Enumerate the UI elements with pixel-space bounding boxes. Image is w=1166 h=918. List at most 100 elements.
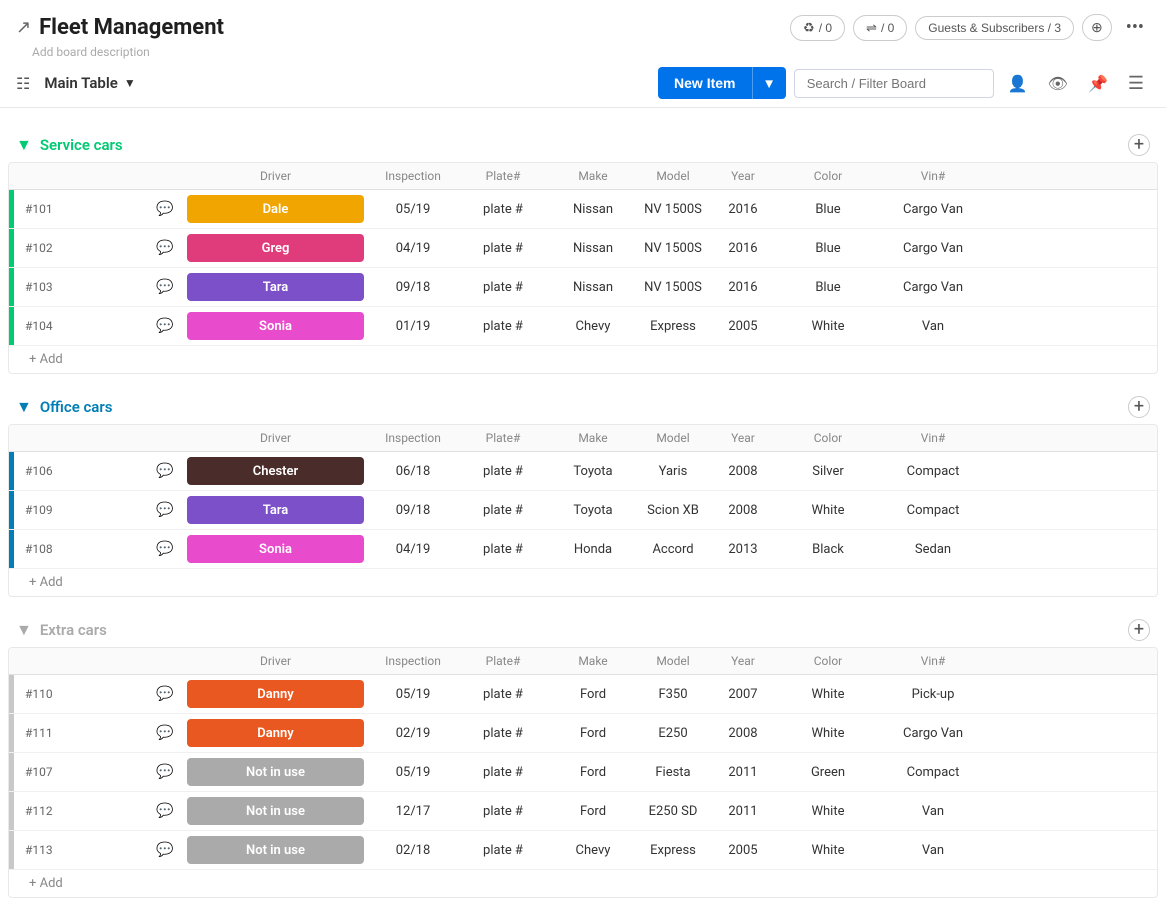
driver-cell[interactable]: Not in use xyxy=(187,836,364,864)
make-cell: Ford xyxy=(548,765,638,780)
automations-icon: ♻ xyxy=(803,20,815,36)
col-vin: Vin# xyxy=(878,425,988,451)
plate-cell: plate # xyxy=(458,464,548,479)
comment-icon[interactable]: 💬 xyxy=(147,279,183,295)
comment-icon[interactable]: 💬 xyxy=(147,463,183,479)
automations-button[interactable]: ♻ / 0 xyxy=(790,15,845,41)
service-cars-title[interactable]: Service cars xyxy=(40,136,123,154)
driver-cell[interactable]: Sonia xyxy=(187,535,364,563)
new-item-button[interactable]: New Item xyxy=(658,67,751,99)
comment-icon[interactable]: 💬 xyxy=(147,803,183,819)
extra-cars-title[interactable]: Extra cars xyxy=(40,621,107,639)
comment-icon[interactable]: 💬 xyxy=(147,842,183,858)
comment-icon[interactable]: 💬 xyxy=(147,725,183,741)
type-cell: Sedan xyxy=(878,542,988,557)
extra-cars-table: Driver Inspection Plate# Make Model Year… xyxy=(8,647,1158,898)
integrations-button[interactable]: ⇌ / 0 xyxy=(853,15,907,41)
search-input[interactable] xyxy=(794,69,994,98)
driver-cell[interactable]: Greg xyxy=(187,234,364,262)
more-button[interactable]: ••• xyxy=(1120,15,1150,40)
comment-icon[interactable]: 💬 xyxy=(147,686,183,702)
year-cell: 2008 xyxy=(708,464,778,479)
comment-icon[interactable]: 💬 xyxy=(147,502,183,518)
year-cell: 2013 xyxy=(708,542,778,557)
service-cars-toggle[interactable]: ▼ xyxy=(16,135,32,155)
type-cell: Compact xyxy=(878,503,988,518)
inspection-cell: 01/19 xyxy=(368,319,458,334)
guests-button[interactable]: Guests & Subscribers / 3 xyxy=(915,16,1074,40)
eye-icon[interactable]: 👁 xyxy=(1042,70,1074,97)
year-cell: 2016 xyxy=(708,280,778,295)
make-cell: Honda xyxy=(548,542,638,557)
col-plate: Plate# xyxy=(458,425,548,451)
comment-icon[interactable]: 💬 xyxy=(147,541,183,557)
header: ↗ Fleet Management ♻ / 0 ⇌ / 0 Guests & … xyxy=(0,0,1166,45)
filter-icon[interactable]: ☰ xyxy=(1122,69,1150,98)
col-vin: Vin# xyxy=(878,648,988,674)
app-title: Fleet Management xyxy=(39,15,224,40)
comment-icon[interactable]: 💬 xyxy=(147,201,183,217)
row-id: #104 xyxy=(17,319,147,333)
pin-icon[interactable]: 📌 xyxy=(1082,70,1114,97)
driver-cell[interactable]: Dale xyxy=(187,195,364,223)
make-cell: Nissan xyxy=(548,280,638,295)
main-table-button[interactable]: Main Table ▼ xyxy=(36,70,143,96)
extra-cars-toggle[interactable]: ▼ xyxy=(16,620,32,640)
service-cars-section: ▼ Service cars + Driver Inspection Plate… xyxy=(0,128,1166,374)
color-cell: White xyxy=(778,804,878,819)
driver-cell[interactable]: Danny xyxy=(187,680,364,708)
row-color-bar xyxy=(9,190,14,228)
col-id xyxy=(17,163,147,189)
person-icon[interactable]: 👤 xyxy=(1002,70,1034,97)
extra-cars-add-row-button[interactable]: + Add xyxy=(9,870,1157,897)
make-cell: Ford xyxy=(548,804,638,819)
new-item-dropdown-button[interactable]: ▼ xyxy=(752,67,786,99)
comment-icon[interactable]: 💬 xyxy=(147,318,183,334)
model-cell: Express xyxy=(638,843,708,858)
make-cell: Toyota xyxy=(548,503,638,518)
type-cell: Pick-up xyxy=(878,687,988,702)
year-cell: 2007 xyxy=(708,687,778,702)
invite-button[interactable]: ⊕ xyxy=(1082,14,1112,41)
office-cars-toggle[interactable]: ▼ xyxy=(16,397,32,417)
driver-cell[interactable]: Danny xyxy=(187,719,364,747)
row-id: #106 xyxy=(17,464,147,478)
extra-cars-section: ▼ Extra cars + Driver Inspection Plate# … xyxy=(0,613,1166,898)
col-vin: Vin# xyxy=(878,163,988,189)
service-cars-add-col-button[interactable]: + xyxy=(1128,134,1150,156)
driver-cell[interactable]: Tara xyxy=(187,273,364,301)
col-colorbar xyxy=(9,163,17,189)
col-make: Make xyxy=(548,163,638,189)
plate-cell: plate # xyxy=(458,804,548,819)
table-row: #110 💬 Danny 05/19 plate # Ford F350 200… xyxy=(9,675,1157,714)
office-cars-col-headers: Driver Inspection Plate# Make Model Year… xyxy=(9,425,1157,452)
row-color-bar xyxy=(9,452,14,490)
col-inspection: Inspection xyxy=(368,425,458,451)
type-cell: Van xyxy=(878,804,988,819)
col-plate: Plate# xyxy=(458,648,548,674)
model-cell: Yaris xyxy=(638,464,708,479)
office-cars-title[interactable]: Office cars xyxy=(40,398,113,416)
comment-icon[interactable]: 💬 xyxy=(147,764,183,780)
comment-icon[interactable]: 💬 xyxy=(147,240,183,256)
driver-cell[interactable]: Tara xyxy=(187,496,364,524)
model-cell: Scion XB xyxy=(638,503,708,518)
service-cars-add-row-button[interactable]: + Add xyxy=(9,346,1157,373)
header-right: ♻ / 0 ⇌ / 0 Guests & Subscribers / 3 ⊕ •… xyxy=(790,14,1150,41)
plate-cell: plate # xyxy=(458,843,548,858)
table-row: #108 💬 Sonia 04/19 plate # Honda Accord … xyxy=(9,530,1157,569)
make-cell: Chevy xyxy=(548,843,638,858)
office-cars-add-row-button[interactable]: + Add xyxy=(9,569,1157,596)
driver-cell[interactable]: Chester xyxy=(187,457,364,485)
type-cell: Cargo Van xyxy=(878,726,988,741)
driver-cell[interactable]: Sonia xyxy=(187,312,364,340)
driver-cell[interactable]: Not in use xyxy=(187,758,364,786)
office-cars-add-col-button[interactable]: + xyxy=(1128,396,1150,418)
row-id: #110 xyxy=(17,687,147,701)
row-color-bar xyxy=(9,831,14,869)
service-cars-table: Driver Inspection Plate# Make Model Year… xyxy=(8,162,1158,374)
driver-cell[interactable]: Not in use xyxy=(187,797,364,825)
model-cell: F350 xyxy=(638,687,708,702)
office-cars-header: ▼ Office cars + xyxy=(0,390,1166,424)
extra-cars-add-col-button[interactable]: + xyxy=(1128,619,1150,641)
